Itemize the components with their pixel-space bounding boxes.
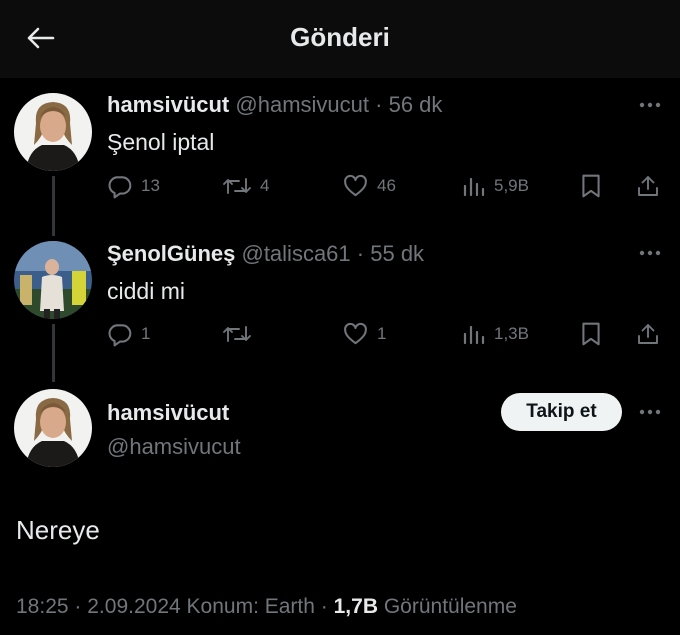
bookmark-icon <box>582 322 600 346</box>
views-button[interactable]: 5,9B <box>462 172 529 200</box>
main-tweet-name: hamsivücut <box>107 400 229 426</box>
tweet-meta: 18:25 · 2.09.2024 Konum: Earth · 1,7B Gö… <box>16 595 517 619</box>
retweet-count: 4 <box>260 176 270 195</box>
separator: · <box>356 241 365 266</box>
like-icon <box>344 174 367 197</box>
share-icon <box>638 176 658 196</box>
user-handle[interactable]: @talisca61 <box>241 241 350 266</box>
profile-photo <box>14 241 92 319</box>
top-bar: Gönderi <box>0 0 680 78</box>
reply-icon <box>108 324 132 347</box>
retweet-button[interactable]: 4 <box>222 172 269 200</box>
timestamp[interactable]: 56 dk <box>389 92 443 117</box>
avatar[interactable] <box>14 93 92 171</box>
reply-button[interactable]: 13 <box>107 172 160 200</box>
tweet-text: Şenol iptal <box>107 129 215 155</box>
bookmark-button[interactable] <box>580 172 602 200</box>
tweet-location: Konum: Earth <box>186 595 315 618</box>
reply-count: 13 <box>141 176 160 195</box>
view-count: 1,3B <box>494 324 529 343</box>
like-count: 46 <box>377 176 396 195</box>
tweet-time[interactable]: 18:25 <box>16 595 69 618</box>
tweet-header: ŞenolGüneş @talisca61 · 55 dk <box>107 241 424 267</box>
separator: · <box>74 595 82 618</box>
tweet-date[interactable]: 2.09.2024 <box>87 595 180 618</box>
retweet-button[interactable] <box>222 320 260 348</box>
reply-count: 1 <box>141 324 151 343</box>
views-label: Görüntülenme <box>383 595 517 618</box>
views-icon <box>463 177 485 197</box>
avatar[interactable] <box>14 241 92 319</box>
display-name[interactable]: hamsivücut <box>107 92 229 117</box>
retweet-icon <box>223 178 251 194</box>
follow-button[interactable]: Takip et <box>501 393 622 431</box>
share-button[interactable] <box>636 320 660 348</box>
reply-button[interactable]: 1 <box>107 320 150 348</box>
views-count[interactable]: 1,7B <box>334 595 378 618</box>
display-name[interactable]: ŞenolGüneş <box>107 241 235 266</box>
tweet-header: hamsivücut @hamsivucut · 56 dk <box>107 92 442 118</box>
more-button[interactable] <box>636 243 664 263</box>
share-button[interactable] <box>636 172 660 200</box>
more-icon <box>639 250 661 256</box>
thread-line <box>52 324 55 382</box>
more-icon <box>639 102 661 108</box>
view-count: 5,9B <box>494 176 529 195</box>
separator: · <box>320 595 328 618</box>
user-handle[interactable]: @hamsivucut <box>235 92 369 117</box>
thread-line <box>52 176 55 236</box>
like-icon <box>344 322 367 345</box>
more-button[interactable] <box>636 402 664 422</box>
share-icon <box>638 324 658 344</box>
profile-photo <box>14 389 92 467</box>
profile-photo <box>14 93 92 171</box>
main-tweet-handle: @hamsivucut <box>107 434 241 460</box>
like-button[interactable]: 46 <box>342 172 396 200</box>
user-handle[interactable]: @hamsivucut <box>107 434 241 459</box>
reply-icon <box>108 176 132 199</box>
views-icon <box>463 325 485 345</box>
retweet-icon <box>223 326 251 342</box>
like-count: 1 <box>377 324 387 343</box>
page-title: Gönderi <box>290 22 390 52</box>
bookmark-button[interactable] <box>580 320 602 348</box>
timestamp[interactable]: 55 dk <box>370 241 424 266</box>
tweet-text: ciddi mi <box>107 278 185 304</box>
like-button[interactable]: 1 <box>342 320 386 348</box>
main-tweet-text: Nereye <box>16 515 100 545</box>
more-button[interactable] <box>636 95 664 115</box>
avatar[interactable] <box>14 389 92 467</box>
more-icon <box>639 409 661 415</box>
bookmark-icon <box>582 174 600 198</box>
separator: · <box>375 92 383 117</box>
views-button[interactable]: 1,3B <box>462 320 529 348</box>
display-name[interactable]: hamsivücut <box>107 400 229 425</box>
